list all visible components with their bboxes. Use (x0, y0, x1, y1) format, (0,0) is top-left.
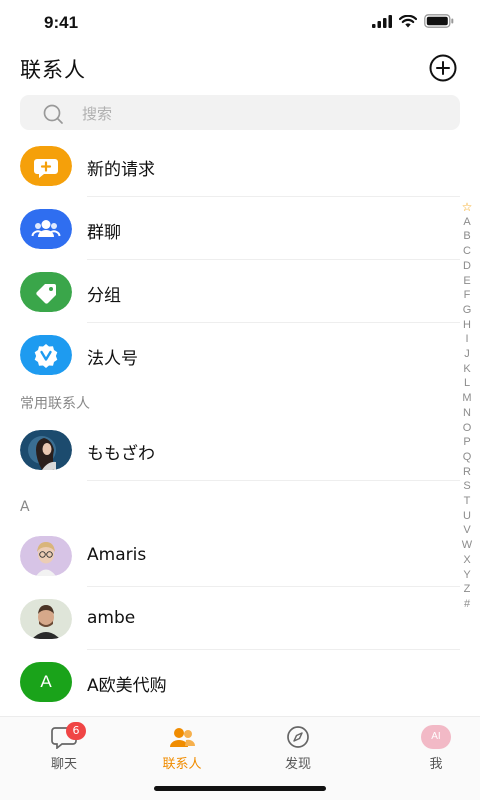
alphabet-index-letter[interactable]: N (463, 406, 471, 421)
alphabet-index-letter[interactable]: K (463, 362, 470, 377)
alphabet-index-letter[interactable]: O (463, 421, 472, 436)
alphabet-index-letter[interactable]: A (463, 215, 470, 230)
header: 联系人 (0, 46, 480, 90)
compass-icon (287, 726, 309, 748)
legal-account-item[interactable]: 法人号 (0, 335, 460, 398)
divider (87, 196, 460, 197)
status-icons (372, 14, 454, 28)
alphabet-index-letter[interactable]: Y (463, 568, 470, 583)
tab-chats[interactable]: 6 聊天 (24, 722, 104, 773)
alphabet-index-letter[interactable]: # (464, 597, 470, 612)
search-input[interactable]: 搜索 (20, 95, 460, 130)
tab-me[interactable]: AI 我 (396, 723, 476, 773)
alphabet-index-letter[interactable]: P (463, 435, 470, 450)
cellular-signal-icon (372, 14, 392, 28)
divider (87, 322, 460, 323)
status-bar: 9:41 (0, 0, 480, 46)
contact-item[interactable]: ambe (0, 599, 460, 662)
alphabet-index-letter[interactable]: R (463, 465, 471, 480)
alphabet-index-letter[interactable]: E (463, 274, 470, 289)
verified-badge-icon (20, 335, 72, 375)
new-requests-item[interactable]: 新的请求 (0, 146, 460, 209)
alphabet-index-letter[interactable]: ☆ (462, 200, 473, 215)
wifi-icon (399, 14, 417, 27)
contact-name: ももざわ (87, 444, 155, 464)
alphabet-index[interactable]: ☆ A B C D E F G H I J K L M N O P Q R S T U V W X Y Z # (460, 200, 474, 612)
alphabet-index-letter[interactable]: U (463, 509, 471, 524)
alphabet-index-letter[interactable]: I (465, 332, 468, 347)
page-title: 联系人 (20, 58, 86, 82)
alphabet-index-letter[interactable]: Q (463, 450, 472, 465)
tag-icon (20, 272, 72, 312)
alphabet-index-letter[interactable]: C (463, 244, 471, 259)
new-requests-label: 新的请求 (87, 160, 155, 180)
contact-avatar (20, 536, 72, 576)
alphabet-index-letter[interactable]: B (463, 229, 470, 244)
contact-name: Amaris (87, 545, 147, 565)
tab-label: 我 (429, 757, 443, 772)
search-icon (43, 104, 63, 124)
divider (87, 586, 460, 587)
contact-avatar (20, 599, 72, 639)
alphabet-index-letter[interactable]: F (464, 288, 471, 303)
status-time: 9:41 (44, 13, 79, 32)
chat-plus-icon (20, 146, 72, 186)
divider (87, 649, 460, 650)
contact-name: A欧美代购 (87, 676, 167, 696)
group-chats-item[interactable]: 群聊 (0, 209, 460, 272)
alphabet-index-letter[interactable]: X (463, 553, 470, 568)
tab-contacts[interactable]: 联系人 (142, 723, 222, 773)
tab-label: 聊天 (50, 757, 77, 772)
letter-avatar: A (20, 662, 72, 702)
alphabet-index-letter[interactable]: M (462, 391, 471, 406)
alphabet-index-letter[interactable]: T (464, 494, 471, 509)
alphabet-index-letter[interactable]: J (464, 347, 470, 362)
contact-item[interactable]: ももざわ (0, 430, 460, 493)
add-contact-button[interactable] (428, 53, 458, 83)
profile-avatar: AI (421, 725, 451, 749)
alphabet-index-letter[interactable]: V (463, 523, 470, 538)
alphabet-index-letter[interactable]: H (463, 318, 471, 333)
contact-name: ambe (87, 608, 136, 628)
alphabet-index-letter[interactable]: L (464, 376, 470, 391)
tab-label: 联系人 (162, 757, 202, 772)
section-header-a: A (20, 499, 30, 515)
divider (87, 480, 460, 481)
alphabet-index-letter[interactable]: W (462, 538, 472, 553)
groups-item[interactable]: 分组 (0, 272, 460, 335)
battery-icon (424, 14, 454, 28)
section-header-frequent: 常用联系人 (20, 396, 90, 412)
contact-avatar (20, 430, 72, 470)
contacts-icon (170, 728, 196, 747)
groups-label: 分组 (87, 286, 121, 306)
group-chats-label: 群聊 (87, 223, 121, 243)
search-placeholder: 搜索 (82, 105, 113, 123)
unread-badge: 6 (66, 722, 86, 740)
tab-label: 发现 (284, 757, 311, 772)
alphabet-index-letter[interactable]: Z (464, 582, 471, 597)
divider (87, 259, 460, 260)
tab-discover[interactable]: 发现 (258, 723, 338, 773)
group-icon (20, 209, 72, 249)
alphabet-index-letter[interactable]: D (463, 259, 471, 274)
home-indicator (154, 786, 326, 791)
contact-item[interactable]: Amaris (0, 536, 460, 599)
alphabet-index-letter[interactable]: G (463, 303, 472, 318)
legal-account-label: 法人号 (87, 349, 138, 369)
alphabet-index-letter[interactable]: S (463, 479, 470, 494)
